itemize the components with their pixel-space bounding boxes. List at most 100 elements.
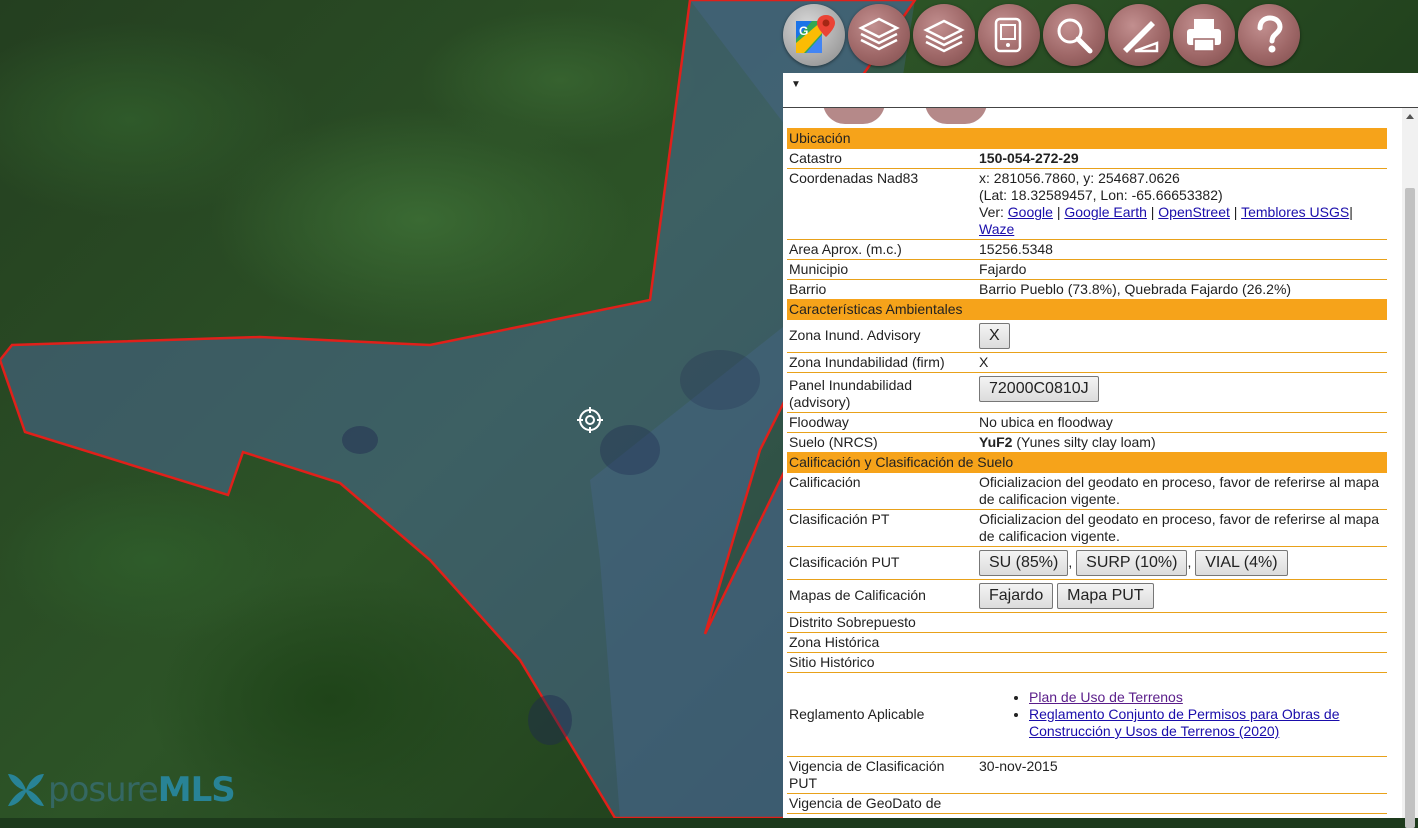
clasif-pt-value: Oficializacion del geodato en proceso, f… (977, 509, 1387, 547)
table-row: Zona Inundabilidad (firm) X (787, 352, 1387, 373)
table-row: Panel Inundabilidad (advisory) 72000C081… (787, 372, 1387, 413)
dark-patch (528, 695, 572, 745)
panel-header: ▼ (783, 73, 1418, 108)
logo-mark-icon (8, 774, 44, 806)
location-target-icon (577, 407, 603, 433)
openstreet-link[interactable]: OpenStreet (1158, 204, 1230, 220)
zona-hist-label: Zona Histórica (787, 632, 977, 653)
search-icon (1057, 18, 1093, 54)
panel-inund-button[interactable]: 72000C0810J (979, 376, 1099, 402)
coords-links: Ver: Google | Google Earth | OpenStreet … (979, 204, 1353, 237)
collapse-caret-icon[interactable]: ▼ (791, 79, 801, 90)
zona-advisory-label: Zona Inund. Advisory (787, 320, 977, 353)
mapa-put-button[interactable]: Mapa PUT (1057, 583, 1154, 609)
google-earth-link[interactable]: Google Earth (1064, 204, 1147, 220)
section-header-calificacion: Calificación y Clasificación de Suelo (787, 452, 1387, 473)
mapas-value: Fajardo Mapa PUT (977, 579, 1387, 613)
calificacion-label: Calificación (787, 473, 977, 510)
suelo-code: YuF2 (979, 434, 1013, 450)
measure-button[interactable] (1108, 4, 1170, 66)
usgs-link[interactable]: Temblores USGS (1241, 204, 1349, 220)
section-header-ubicacion: Ubicación (787, 128, 1387, 149)
layers-alt-button[interactable] (913, 4, 975, 66)
vigencia-label: Vigencia de Clasificación PUT (787, 756, 977, 794)
table-row: Reglamento Aplicable Plan de Uso de Terr… (787, 672, 1387, 757)
ver-label: Ver: (979, 204, 1004, 220)
plan-uso-terrenos-link[interactable]: Plan de Uso de Terrenos (1029, 689, 1183, 705)
table-row: Calificación Oficializacion del geodato … (787, 473, 1387, 510)
municipio-label: Municipio (787, 259, 977, 280)
waze-link[interactable]: Waze (979, 221, 1014, 237)
table-row: Clasificación PT Oficializacion del geod… (787, 509, 1387, 547)
vigencia-geo-value (977, 793, 1387, 814)
exposuremls-logo: posure MLS (4, 770, 236, 810)
clasif-put-value: SU (85%), SURP (10%), VIAL (4%) (977, 546, 1387, 580)
surp-button[interactable]: SURP (10%) (1076, 550, 1188, 576)
table-row: Catastro 150-054-272-29 (787, 149, 1387, 169)
scroll-up-icon[interactable] (1406, 114, 1414, 119)
reglamento-label: Reglamento Aplicable (787, 672, 977, 757)
barrio-label: Barrio (789, 281, 827, 297)
google-link[interactable]: Google (1008, 204, 1053, 220)
fajardo-map-button[interactable]: Fajardo (979, 583, 1054, 609)
table-row: Vigencia de Clasificación PUT 30-nov-201… (787, 756, 1387, 794)
device-button[interactable] (978, 4, 1040, 66)
ghost-buttons (823, 108, 987, 124)
table-row: Coordenadas Nad83 x: 281056.7860, y: 254… (787, 168, 1387, 240)
google-maps-icon: G (796, 15, 835, 53)
table-row: Clasificación PUT SU (85%), SURP (10%), … (787, 546, 1387, 580)
coords-latlon: (Lat: 18.32589457, Lon: -65.66653382) (979, 187, 1223, 203)
zona-advisory-button[interactable]: X (979, 323, 1010, 349)
municipio-value: Fajardo (977, 259, 1387, 280)
table-row: Zona Inund. Advisory X (787, 320, 1387, 353)
coords-label: Coordenadas Nad83 (787, 168, 977, 240)
coords-value: x: 281056.7860, y: 254687.0626 (Lat: 18.… (977, 168, 1387, 240)
panel-scrollbar[interactable] (1402, 108, 1418, 828)
suelo-desc: (Yunes silty clay loam) (1012, 434, 1156, 450)
panel-inund-label: Panel Inundabilidad (advisory) (787, 372, 977, 413)
panel-body: Ubicación Catastro 150-054-272-29 Coorde… (783, 108, 1402, 818)
scroll-thumb[interactable] (1405, 188, 1415, 828)
table-row: Distrito Sobrepuesto (787, 612, 1387, 633)
list-item: Plan de Uso de Terrenos (1029, 689, 1385, 706)
dark-patch (680, 350, 760, 410)
zona-advisory-value: X (977, 320, 1387, 353)
dark-patch (600, 425, 660, 475)
table-row: Area Aprox. (m.c.) 15256.5348 (787, 239, 1387, 260)
measure-icon (1123, 21, 1159, 53)
clasif-pt-label: Clasificación PT (787, 509, 977, 547)
table-row: Mapas de Calificación Fajardo Mapa PUT (787, 579, 1387, 613)
suelo-label: Suelo (NRCS) (789, 434, 878, 450)
table-row: Barrio Barrio Pueblo (73.8%), Quebrada F… (787, 280, 1387, 300)
list-item: Reglamento Conjunto de Permisos para Obr… (1029, 706, 1385, 740)
svg-text:G: G (799, 24, 808, 38)
zona-firm-label: Zona Inundabilidad (firm) (787, 352, 977, 373)
help-button[interactable] (1238, 4, 1300, 66)
layers-button[interactable] (848, 4, 910, 66)
table-row: Municipio Fajardo (787, 259, 1387, 280)
zona-hist-value (977, 632, 1387, 653)
reglamento-conjunto-link[interactable]: Reglamento Conjunto de Permisos para Obr… (1029, 706, 1340, 739)
area-value: 15256.5348 (977, 239, 1387, 260)
suelo-value: YuF2 (Yunes silty clay loam) (977, 433, 1387, 453)
floodway-label: Floodway (787, 412, 977, 433)
print-button[interactable] (1173, 4, 1235, 66)
vial-button[interactable]: VIAL (4%) (1195, 550, 1288, 576)
distrito-value (977, 612, 1387, 633)
distrito-label: Distrito Sobrepuesto (787, 612, 977, 633)
help-icon (1257, 15, 1283, 53)
table-row: Floodway No ubica en floodway (787, 412, 1387, 433)
vigencia-geo-label: Vigencia de GeoDato de (787, 793, 977, 814)
search-button[interactable] (1043, 4, 1105, 66)
table-row: Zona Histórica (787, 632, 1387, 653)
zona-firm-value: X (977, 352, 1387, 373)
google-maps-button[interactable]: G (783, 4, 845, 66)
area-label: Area Aprox. (m.c.) (787, 239, 977, 260)
coords-xy: x: 281056.7860, y: 254687.0626 (979, 170, 1180, 186)
table-row: Suelo (NRCS) YuF2 (Yunes silty clay loam… (787, 433, 1387, 453)
clasif-put-label: Clasificación PUT (787, 546, 977, 580)
table-row: Vigencia de GeoDato de (787, 793, 1387, 814)
su-button[interactable]: SU (85%) (979, 550, 1069, 576)
parcel-outline (0, 0, 917, 818)
sitio-hist-label: Sitio Histórico (787, 652, 977, 673)
